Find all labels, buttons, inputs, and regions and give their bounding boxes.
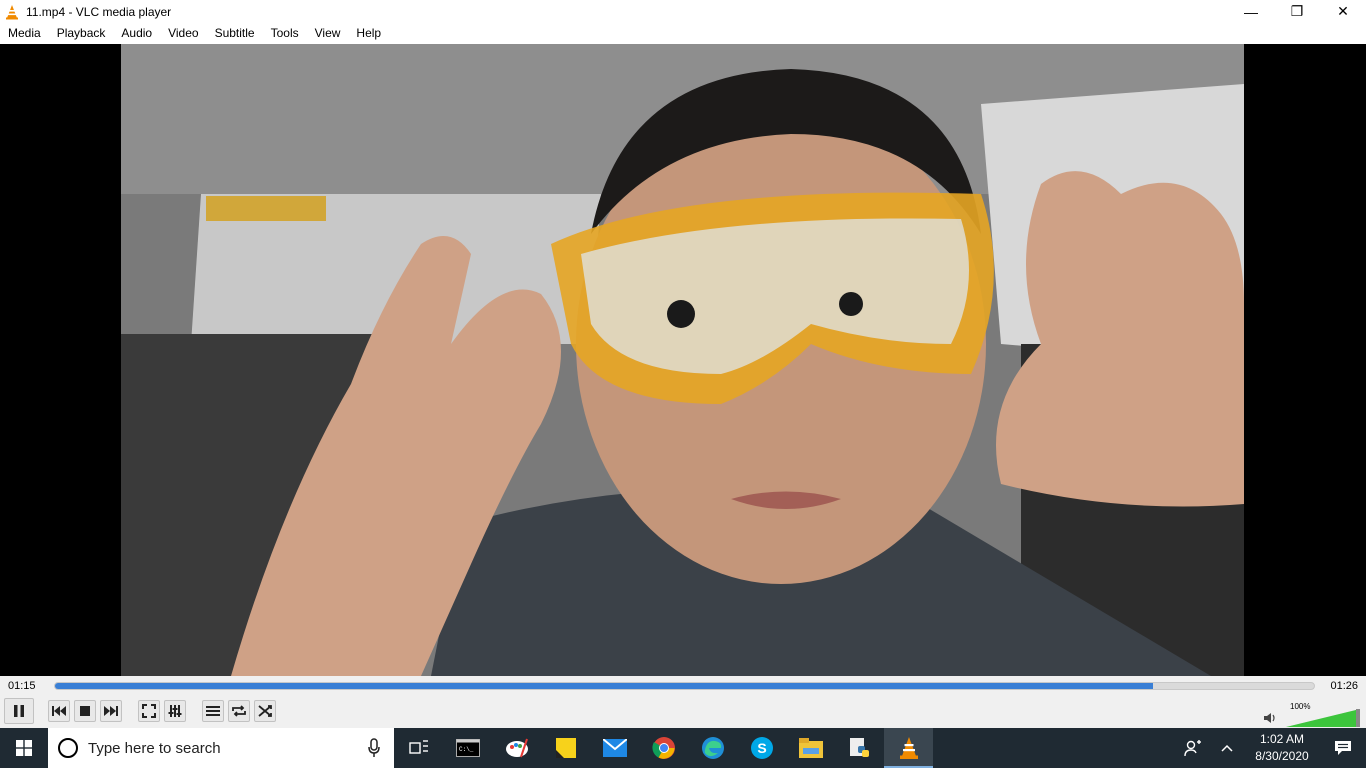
speaker-icon xyxy=(1264,713,1275,723)
seek-bar[interactable] xyxy=(54,682,1315,690)
menu-view[interactable]: View xyxy=(307,23,349,44)
seek-bar-progress xyxy=(55,683,1153,689)
close-icon: ✕ xyxy=(1337,3,1349,19)
menu-tools[interactable]: Tools xyxy=(263,23,307,44)
previous-button[interactable] xyxy=(48,700,70,722)
cortana-icon xyxy=(58,738,78,758)
taskbar-terminal[interactable]: C:\_ xyxy=(443,728,492,768)
video-frame[interactable] xyxy=(121,44,1244,676)
action-center-button[interactable] xyxy=(1320,740,1366,756)
taskbar-python[interactable] xyxy=(835,728,884,768)
window-title: 11.mp4 - VLC media player xyxy=(26,4,172,19)
total-time: 01:26 xyxy=(1330,680,1358,692)
taskbar-clock[interactable]: 1:02 AM 8/30/2020 xyxy=(1244,731,1320,765)
taskbar: Type here to search C:\_ S 1:02 AM 8/30/… xyxy=(0,728,1366,768)
menu-help[interactable]: Help xyxy=(348,23,389,44)
taskbar-file-explorer[interactable] xyxy=(786,728,835,768)
paint-icon xyxy=(505,738,528,758)
playlist-icon xyxy=(206,706,220,716)
search-placeholder: Type here to search xyxy=(88,739,221,757)
mail-icon xyxy=(602,739,627,757)
next-icon xyxy=(104,706,118,716)
volume-control[interactable]: 100% xyxy=(1264,702,1364,727)
extended-settings-button[interactable] xyxy=(164,700,186,722)
system-tray: 1:02 AM 8/30/2020 xyxy=(1176,728,1366,768)
stop-icon xyxy=(80,706,90,716)
taskbar-skype[interactable]: S xyxy=(737,728,786,768)
minimize-button[interactable]: — xyxy=(1228,0,1274,23)
shuffle-button[interactable] xyxy=(254,700,276,722)
menu-media[interactable]: Media xyxy=(0,23,49,44)
restore-button[interactable]: ❐ xyxy=(1274,0,1320,23)
taskbar-vlc[interactable] xyxy=(884,728,933,768)
stop-button[interactable] xyxy=(74,700,96,722)
menu-audio[interactable]: Audio xyxy=(113,23,160,44)
minimize-icon: — xyxy=(1244,3,1258,20)
task-view-icon xyxy=(408,740,428,754)
vlc-icon xyxy=(899,737,918,759)
pause-icon xyxy=(14,705,24,717)
chevron-up-icon xyxy=(1221,744,1233,752)
taskbar-sticky-notes[interactable] xyxy=(541,728,590,768)
next-button[interactable] xyxy=(100,700,122,722)
video-image xyxy=(121,44,1244,676)
svg-text:C:\_: C:\_ xyxy=(459,746,474,753)
pause-button[interactable] xyxy=(4,698,34,724)
menu-video[interactable]: Video xyxy=(160,23,206,44)
fullscreen-button[interactable] xyxy=(138,700,160,722)
notification-icon xyxy=(1335,741,1351,755)
fullscreen-icon xyxy=(142,704,156,718)
people-icon xyxy=(1184,740,1201,757)
people-button[interactable] xyxy=(1176,739,1210,757)
chrome-icon xyxy=(651,737,675,759)
previous-icon xyxy=(52,706,66,716)
loop-button[interactable] xyxy=(228,700,250,722)
volume-slider[interactable] xyxy=(1286,709,1360,727)
taskbar-edge[interactable] xyxy=(688,728,737,768)
video-area[interactable] xyxy=(0,44,1366,676)
vlc-cone-icon xyxy=(6,4,18,19)
playback-controls: 01:15 01:26 100% xyxy=(0,676,1366,728)
close-button[interactable]: ✕ xyxy=(1320,0,1366,23)
title-bar: 11.mp4 - VLC media player — ❐ ✕ xyxy=(0,0,1366,23)
file-explorer-icon xyxy=(798,738,823,758)
menu-subtitle[interactable]: Subtitle xyxy=(207,23,263,44)
equalizer-icon xyxy=(168,705,182,717)
elapsed-time: 01:15 xyxy=(8,680,36,692)
skype-icon: S xyxy=(750,737,773,759)
clock-date: 8/30/2020 xyxy=(1255,749,1309,763)
start-button[interactable] xyxy=(0,728,48,768)
svg-text:S: S xyxy=(757,740,766,756)
restore-icon: ❐ xyxy=(1290,3,1304,19)
edge-icon xyxy=(701,737,724,759)
microphone-icon[interactable] xyxy=(368,738,380,758)
loop-icon xyxy=(232,705,246,717)
taskbar-chrome[interactable] xyxy=(639,728,688,768)
taskbar-paint[interactable] xyxy=(492,728,541,768)
shuffle-icon xyxy=(258,705,272,717)
taskbar-search-box[interactable]: Type here to search xyxy=(48,728,394,768)
terminal-icon: C:\_ xyxy=(455,739,480,757)
playlist-button[interactable] xyxy=(202,700,224,722)
show-hidden-icons-button[interactable] xyxy=(1210,744,1244,752)
sticky-notes-icon xyxy=(555,738,576,758)
taskbar-mail[interactable] xyxy=(590,728,639,768)
task-view-button[interactable] xyxy=(394,728,443,768)
python-icon xyxy=(849,738,869,757)
windows-logo-icon xyxy=(16,740,32,756)
clock-time: 1:02 AM xyxy=(1259,732,1305,746)
menu-bar: Media Playback Audio Video Subtitle Tool… xyxy=(0,23,1366,44)
menu-playback[interactable]: Playback xyxy=(49,23,114,44)
